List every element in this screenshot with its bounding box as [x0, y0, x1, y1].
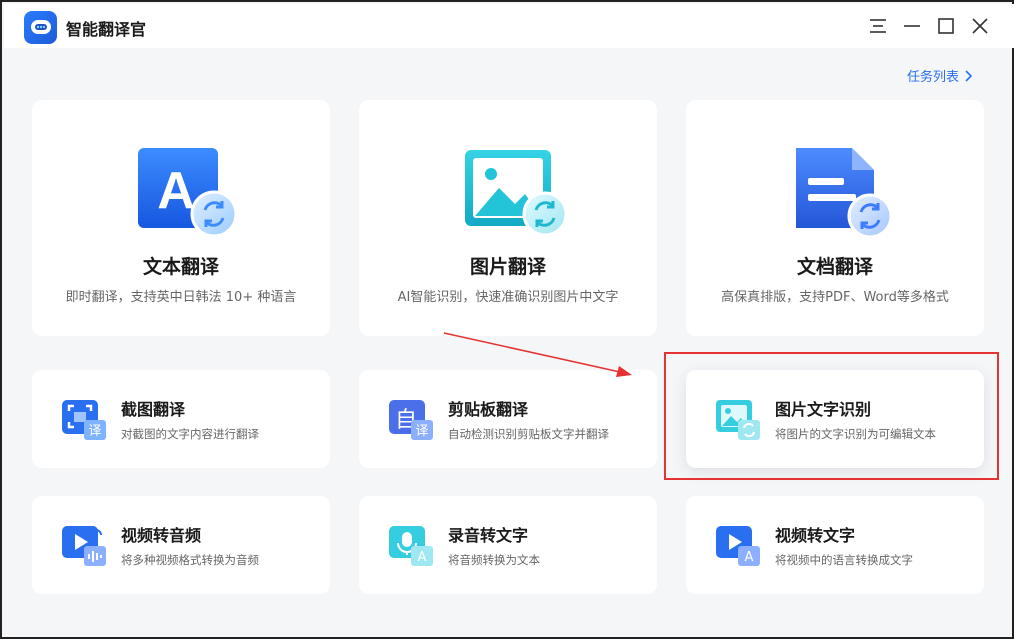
app-window: 智能翻译官 任务列表 A 文本翻译 即时翻译，支持英中日韩法 10+ 种语言 图… [0, 0, 1014, 639]
annotation-arrow-icon [443, 332, 632, 377]
